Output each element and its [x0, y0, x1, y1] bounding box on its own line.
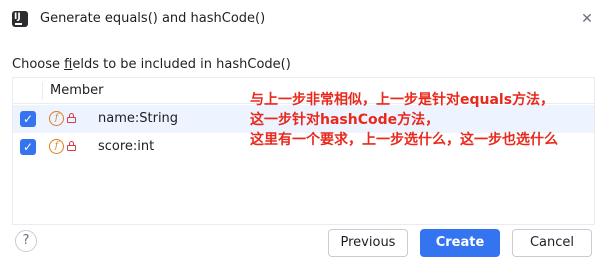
member-label: score:int [98, 139, 155, 154]
cancel-button[interactable]: Cancel [512, 229, 592, 257]
field-icon: f [49, 111, 64, 126]
title-bar: IJ Generate equals() and hashCode() ✕ [0, 0, 607, 38]
app-icon-text: IJ [14, 12, 21, 22]
member-column-header[interactable]: Member [50, 82, 103, 100]
checkbox-name[interactable]: ✓ [20, 111, 36, 127]
create-button[interactable]: Create [420, 229, 500, 257]
fields-prompt: Choose fields to be included in hashCode… [12, 56, 291, 74]
prompt-suffix: ields to be included in hashCode() [72, 57, 291, 72]
member-label: name:String [98, 111, 179, 126]
help-icon[interactable]: ? [15, 230, 37, 252]
field-icon: f [49, 139, 64, 154]
lock-icon [67, 141, 76, 152]
intellij-app-icon: IJ [12, 11, 28, 27]
lock-icon [67, 113, 76, 124]
annotation-line-3: 这里有一个要求，上一步选什么，这一步也选什么 [250, 132, 558, 148]
dialog-title: Generate equals() and hashCode() [40, 11, 266, 26]
checkbox-score[interactable]: ✓ [20, 139, 36, 155]
annotation-line-1: 与上一步非常相似，上一步是针对equals方法， [250, 92, 555, 108]
previous-button[interactable]: Previous [328, 229, 408, 257]
prompt-prefix: Choose [12, 57, 65, 72]
header-separator [42, 82, 43, 100]
annotation-note: 与上一步非常相似，上一步是针对equals方法， 这一步针对hashCode方法… [250, 90, 605, 150]
close-icon[interactable]: ✕ [578, 10, 596, 28]
annotation-line-2: 这一步针对hashCode方法， [250, 112, 440, 128]
